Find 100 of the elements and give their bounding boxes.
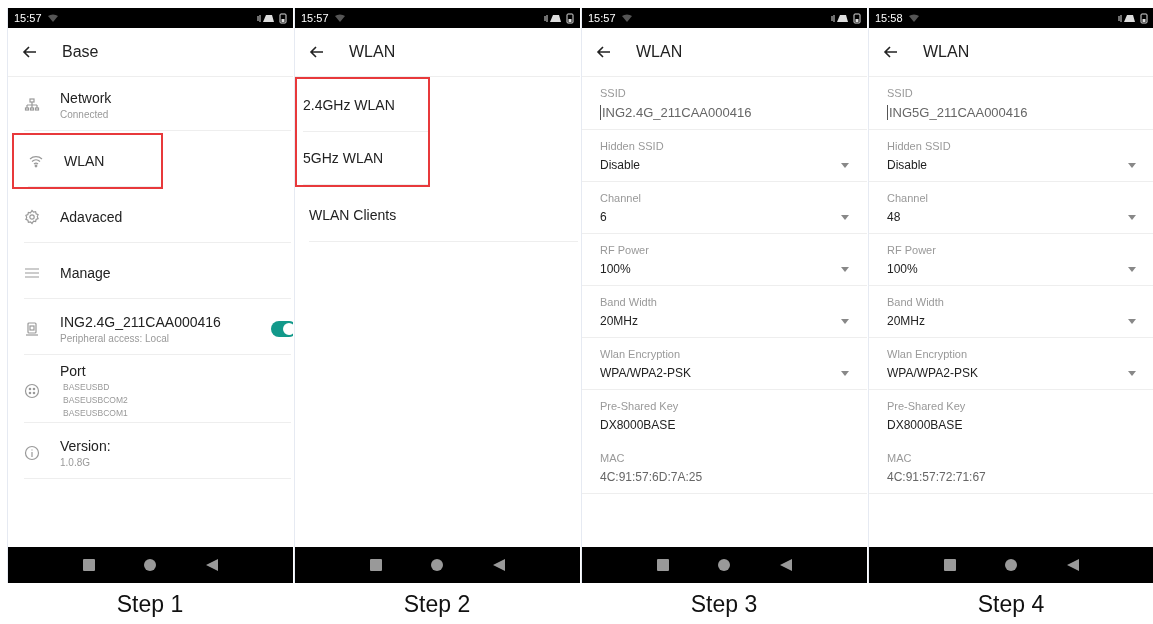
port-icon [24, 382, 40, 399]
field-label: MAC [887, 452, 913, 464]
dropdown-caret-icon [1128, 266, 1136, 272]
toggle-switch[interactable] [271, 320, 293, 337]
field-label: Band Width [600, 296, 658, 308]
dropdown-caret-icon [1128, 318, 1136, 324]
settings-icon [24, 208, 40, 225]
status-time: 15:57 [14, 12, 42, 24]
status-icons-drawing [1118, 12, 1148, 24]
screen-title: WLAN [349, 43, 396, 61]
home-icon[interactable] [718, 559, 731, 571]
wifi-icon [621, 14, 632, 22]
port-name: BASEUSBD [62, 382, 111, 392]
menu-item[interactable]: Version: 1.0.8G [24, 427, 291, 479]
dropdown-caret-icon [841, 266, 849, 272]
status-icons-drawing [544, 12, 574, 24]
wifi-icon [908, 14, 919, 22]
field-value: DX8000BASE [600, 418, 677, 432]
select-field[interactable]: 100% [887, 262, 1136, 276]
list-item[interactable]: 5GHz WLAN [303, 150, 384, 166]
field-label: Pre-Shared Key [887, 400, 967, 412]
back-arrow-icon[interactable] [22, 44, 38, 60]
list-item[interactable]: 2.4GHz WLAN [303, 97, 395, 113]
status-icons-drawing [831, 12, 861, 24]
dropdown-caret-icon [841, 370, 849, 376]
item-title: Version: [60, 437, 112, 454]
field-label: Band Width [887, 296, 945, 308]
status-time: 15:57 [588, 12, 616, 24]
field-value: 4C:91:57:6D:7A:25 [600, 470, 704, 484]
menu-item[interactable]: Manage [24, 247, 291, 299]
field-label: RF Power [887, 244, 937, 256]
back-arrow-icon[interactable] [596, 44, 612, 60]
select-field[interactable]: 48 [887, 210, 1136, 224]
wifi-icon [47, 14, 58, 22]
menu-item[interactable]: Port BASEUSBD BASEUSBCOM2 BASEUSBCOM1 [24, 359, 291, 423]
info-icon [24, 444, 40, 461]
back-arrow-icon[interactable] [883, 44, 899, 60]
field-label: MAC [600, 452, 626, 464]
status-time: 15:58 [875, 12, 903, 24]
field-value: DX8000BASE [887, 418, 964, 432]
select-field[interactable]: 100% [600, 262, 849, 276]
back-icon[interactable] [780, 559, 793, 571]
item-title: Port [60, 363, 87, 379]
menu-item[interactable]: Adavaced [24, 191, 291, 243]
dropdown-caret-icon [1128, 214, 1136, 220]
back-icon[interactable] [1067, 559, 1080, 571]
field-label: SSID [600, 87, 627, 99]
recents-icon[interactable] [656, 559, 669, 571]
menu-item[interactable]: WLAN [28, 135, 161, 187]
dropdown-caret-icon [1128, 162, 1136, 168]
select-field[interactable]: 6 [600, 210, 849, 224]
field-label: Pre-Shared Key [600, 400, 680, 412]
recents-icon[interactable] [82, 559, 95, 571]
list-item[interactable]: WLAN Clients [309, 207, 397, 223]
recents-icon[interactable] [943, 559, 956, 571]
screen-title: Base [62, 43, 99, 61]
field-value: 4C:91:57:72:71:67 [887, 470, 987, 484]
back-arrow-icon[interactable] [309, 44, 325, 60]
home-icon[interactable] [431, 559, 444, 571]
ssid-field[interactable]: ING2.4G_211CAA000416 [600, 105, 849, 120]
ssid-field[interactable]: ING5G_211CAA000416 [887, 105, 1136, 120]
item-title: WLAN [64, 152, 106, 169]
field-label: Wlan Encryption [600, 348, 682, 360]
item-subtitle: Connected [60, 108, 110, 120]
field-label: Wlan Encryption [887, 348, 969, 360]
select-field[interactable]: WPA/WPA2-PSK [887, 366, 1136, 380]
step-caption: Step 2 [403, 591, 471, 618]
device-icon [24, 320, 40, 337]
recents-icon[interactable] [369, 559, 382, 571]
dropdown-caret-icon [841, 318, 849, 324]
field-label: SSID [887, 87, 914, 99]
back-icon[interactable] [493, 559, 506, 571]
item-title: ING2.4G_211CAA000416 [60, 313, 222, 330]
menu-item[interactable]: Network Connected [24, 79, 291, 131]
screen-title: WLAN [923, 43, 970, 61]
screen-title: WLAN [636, 43, 683, 61]
status-icons-drawing [257, 12, 287, 24]
field-label: Hidden SSID [887, 140, 952, 152]
select-field[interactable]: 20MHz [887, 314, 1136, 328]
network-icon [24, 96, 40, 113]
back-icon[interactable] [206, 559, 219, 571]
step-caption: Step 4 [977, 591, 1045, 618]
dropdown-caret-icon [841, 214, 849, 220]
item-title: Manage [60, 264, 112, 281]
home-icon[interactable] [1005, 559, 1018, 571]
item-title: Adavaced [60, 208, 124, 225]
field-label: RF Power [600, 244, 650, 256]
status-time: 15:57 [301, 12, 329, 24]
step-caption: Step 3 [690, 591, 758, 618]
home-icon[interactable] [144, 559, 157, 571]
item-title: Network [60, 89, 113, 106]
dropdown-caret-icon [841, 162, 849, 168]
wifi-icon [334, 14, 345, 22]
select-field[interactable]: WPA/WPA2-PSK [600, 366, 849, 380]
select-field[interactable]: Disable [600, 158, 849, 172]
field-label: Hidden SSID [600, 140, 665, 152]
select-field[interactable]: Disable [887, 158, 1136, 172]
dropdown-caret-icon [1128, 370, 1136, 376]
select-field[interactable]: 20MHz [600, 314, 849, 328]
item-subtitle: 1.0.8G [60, 456, 92, 468]
